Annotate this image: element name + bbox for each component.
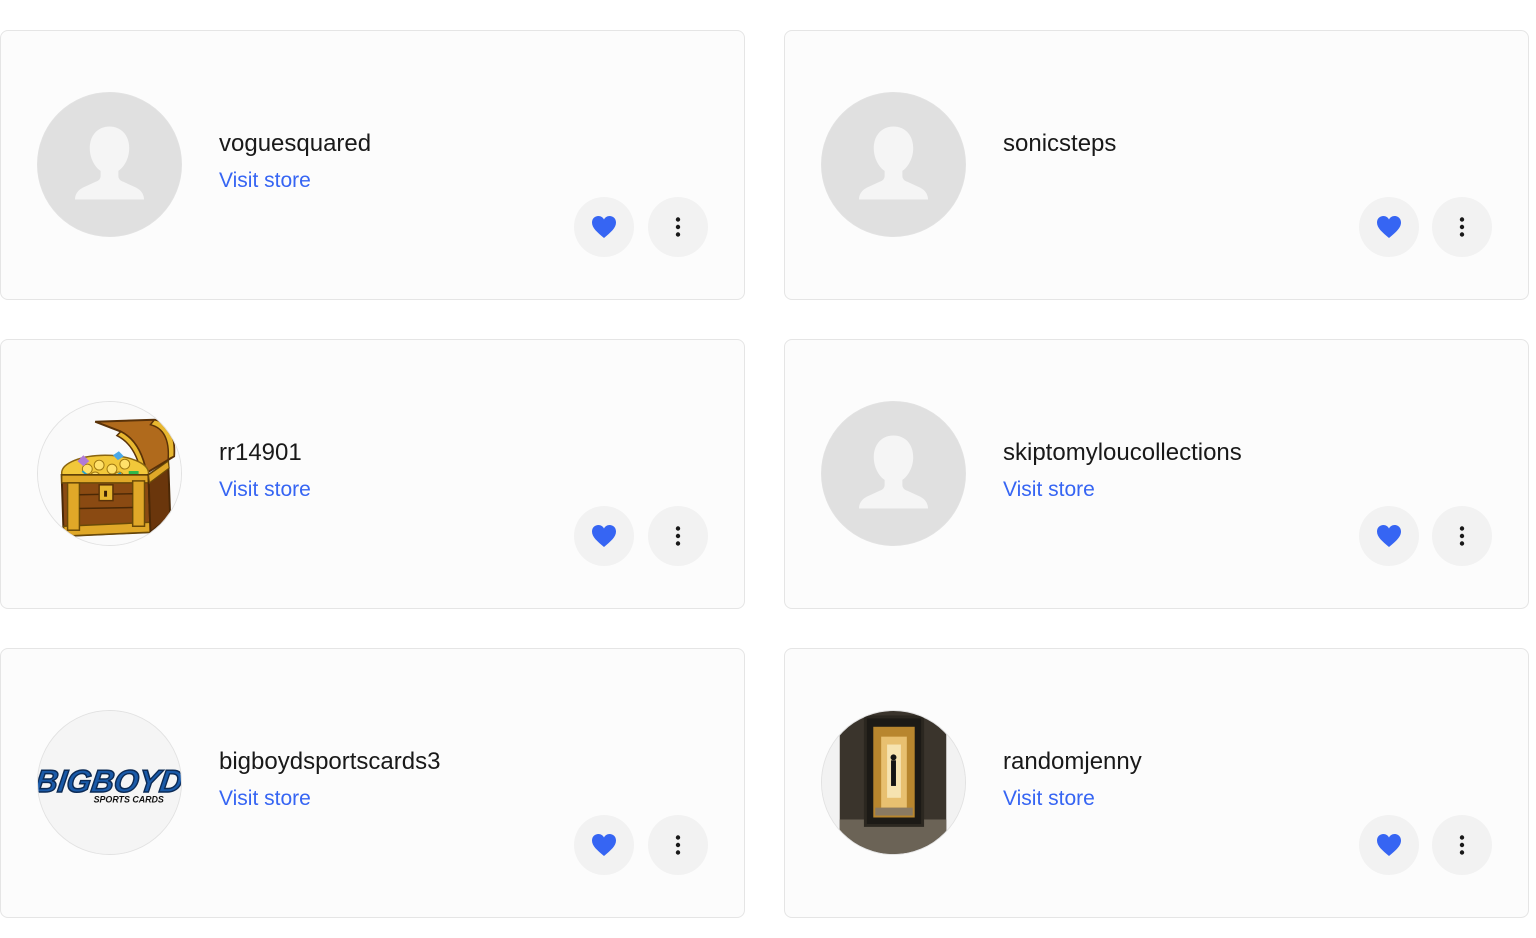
store-card: BIGBOYD SPORTS CARDS bigboydsportscards3… bbox=[0, 648, 745, 918]
bigboyd-logo: BIGBOYD SPORTS CARDS bbox=[38, 711, 181, 854]
more-options-button[interactable] bbox=[1432, 506, 1492, 566]
store-name: bigboydsportscards3 bbox=[219, 748, 441, 775]
heart-filled-icon bbox=[592, 525, 616, 547]
more-options-button[interactable] bbox=[1432, 197, 1492, 257]
person-silhouette-icon bbox=[822, 93, 965, 236]
person-silhouette-icon bbox=[822, 402, 965, 545]
vertical-dots-icon bbox=[1459, 526, 1465, 546]
favorite-button[interactable] bbox=[574, 815, 634, 875]
heart-filled-icon bbox=[1377, 525, 1401, 547]
store-name: sonicsteps bbox=[1003, 130, 1117, 157]
store-name: voguesquared bbox=[219, 130, 372, 157]
heart-filled-icon bbox=[1377, 834, 1401, 856]
store-name: skiptomyloucollections bbox=[1003, 439, 1242, 466]
person-silhouette-icon bbox=[38, 93, 181, 236]
favorite-button[interactable] bbox=[574, 506, 634, 566]
store-name: randomjenny bbox=[1003, 748, 1142, 775]
favorite-button[interactable] bbox=[574, 197, 634, 257]
store-card: voguesquared Visit store bbox=[0, 30, 745, 300]
vertical-dots-icon bbox=[675, 526, 681, 546]
visit-store-link[interactable]: Visit store bbox=[1003, 786, 1095, 812]
favorite-button[interactable] bbox=[1359, 197, 1419, 257]
more-options-button[interactable] bbox=[648, 815, 708, 875]
vertical-dots-icon bbox=[675, 835, 681, 855]
store-avatar[interactable] bbox=[821, 92, 966, 237]
favorite-button[interactable] bbox=[1359, 506, 1419, 566]
visit-store-link[interactable]: Visit store bbox=[219, 168, 311, 194]
heart-filled-icon bbox=[592, 216, 616, 238]
more-options-button[interactable] bbox=[648, 506, 708, 566]
store-avatar[interactable]: BIGBOYD SPORTS CARDS bbox=[37, 710, 182, 855]
store-card: sonicsteps bbox=[784, 30, 1529, 300]
more-options-button[interactable] bbox=[1432, 815, 1492, 875]
heart-filled-icon bbox=[1377, 216, 1401, 238]
treasure-chest-image bbox=[38, 402, 181, 545]
favorite-button[interactable] bbox=[1359, 815, 1419, 875]
heart-filled-icon bbox=[592, 834, 616, 856]
more-options-button[interactable] bbox=[648, 197, 708, 257]
svg-text:SPORTS CARDS: SPORTS CARDS bbox=[94, 795, 164, 805]
vertical-dots-icon bbox=[1459, 217, 1465, 237]
visit-store-link[interactable]: Visit store bbox=[1003, 477, 1095, 503]
store-card: randomjenny Visit store bbox=[784, 648, 1529, 918]
store-avatar[interactable] bbox=[37, 92, 182, 237]
svg-text:BIGBOYD: BIGBOYD bbox=[38, 763, 181, 799]
visit-store-link[interactable]: Visit store bbox=[219, 786, 311, 812]
visit-store-link[interactable]: Visit store bbox=[219, 477, 311, 503]
store-card: skiptomyloucollections Visit store bbox=[784, 339, 1529, 609]
store-avatar[interactable] bbox=[37, 401, 182, 546]
store-avatar[interactable] bbox=[821, 710, 966, 855]
mirror-photo bbox=[822, 711, 965, 854]
store-name: rr14901 bbox=[219, 439, 302, 466]
vertical-dots-icon bbox=[1459, 835, 1465, 855]
vertical-dots-icon bbox=[675, 217, 681, 237]
store-card: rr14901 Visit store bbox=[0, 339, 745, 609]
store-avatar[interactable] bbox=[821, 401, 966, 546]
